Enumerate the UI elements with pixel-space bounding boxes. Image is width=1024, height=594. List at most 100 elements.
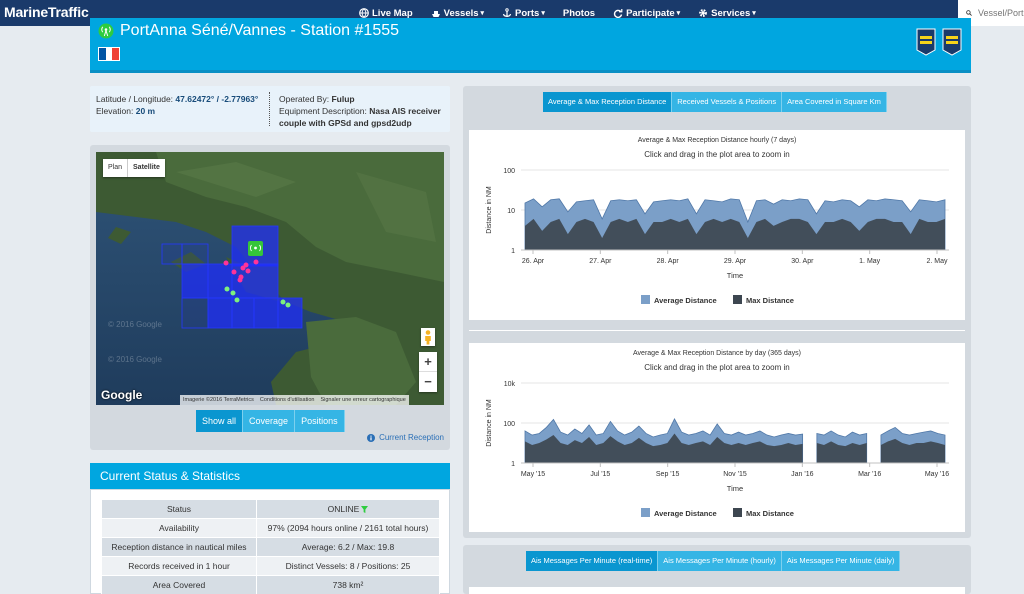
- street-view-icon[interactable]: [421, 328, 435, 346]
- chart-title: Average & Max Reception Distance hourly …: [638, 137, 797, 144]
- legend-swatch: [733, 508, 742, 517]
- coverage-map[interactable]: © 2016 Google © 2016 Google Plan Satelli…: [96, 152, 444, 405]
- divider: [269, 92, 270, 126]
- tab-area-covered[interactable]: Area Covered in Square Km: [782, 92, 887, 112]
- site-logo[interactable]: MarineTraffic: [4, 4, 89, 20]
- anchor-icon: [502, 8, 512, 17]
- stat-value: Average: 6.2 / Max: 19.8: [256, 537, 440, 557]
- nav-item-label: Services: [711, 7, 751, 19]
- table-row: Reception distance in nautical miles Ave…: [101, 537, 440, 557]
- nav-item-label: Photos: [562, 7, 596, 19]
- y-tick-label: 1: [511, 248, 515, 255]
- station-title-text: PortAnna Séné/Vannes - Station #1555: [120, 22, 400, 39]
- show-all-button[interactable]: Show all: [196, 410, 244, 432]
- map-type-switch: Plan Satellite: [103, 159, 165, 177]
- map-attribution: Imagerie ©2016 TerraMetrics Conditions d…: [180, 395, 409, 405]
- legend-swatch: [641, 508, 650, 517]
- table-row: Availability 97% (2094 hours online / 21…: [101, 518, 440, 538]
- x-tick-label: 27. Apr: [589, 258, 612, 265]
- filter-icon[interactable]: [361, 506, 369, 514]
- x-tick-label: Jan '16: [791, 471, 813, 478]
- hourly-distance-chart[interactable]: Average & Max Reception Distance hourly …: [469, 130, 965, 320]
- x-tick-label: May '16: [925, 471, 949, 478]
- station-location: Latitude / Longitude: 47.62472° / -2.779…: [96, 93, 266, 117]
- coverage-button[interactable]: Coverage: [243, 410, 296, 432]
- search-input[interactable]: [978, 8, 1024, 18]
- map-view-buttons: Show all Coverage Positions: [196, 410, 345, 432]
- legend-label[interactable]: Average Distance: [654, 296, 717, 305]
- chevron-down-icon: ▾: [676, 10, 681, 17]
- elevation-label: Elevation:: [96, 106, 134, 116]
- stat-label: Area Covered: [101, 575, 257, 594]
- chevron-down-icon: ▾: [480, 10, 485, 17]
- chart-tabs: Average & Max Reception Distance Receive…: [543, 92, 887, 112]
- tab-ais-daily[interactable]: Ais Messages Per Minute (daily): [781, 551, 901, 571]
- station-title: PortAnna Séné/Vannes - Station #1555: [98, 22, 399, 40]
- x-tick-label: 30. Apr: [791, 258, 814, 265]
- status-panel: Status ONLINE Availability 97% (2094 hou…: [90, 489, 450, 594]
- x-tick-label: 2. May: [926, 258, 948, 265]
- daily-distance-chart[interactable]: Average & Max Reception Distance by day …: [469, 343, 965, 532]
- legend-label[interactable]: Average Distance: [654, 509, 717, 518]
- zoom-out-button[interactable]: −: [419, 372, 437, 392]
- latlon-value: 47.62472° / -2.77963°: [175, 94, 259, 104]
- report-error-link[interactable]: Signaler une erreur cartographique: [317, 395, 408, 405]
- chevron-down-icon: ▾: [541, 10, 545, 17]
- zoom-hint: Click and drag in the plot area to zoom …: [644, 363, 789, 372]
- table-row: Records received in 1 hour Distinct Vess…: [101, 556, 440, 576]
- y-tick-label: 1: [511, 461, 515, 468]
- elevation-value: 20 m: [135, 106, 156, 116]
- map-type-plan[interactable]: Plan: [103, 159, 127, 177]
- legend-label[interactable]: Max Distance: [746, 296, 794, 305]
- zoom-in-button[interactable]: +: [419, 352, 437, 372]
- tab-distance[interactable]: Average & Max Reception Distance: [543, 92, 673, 112]
- tab-ais-hourly[interactable]: Ais Messages Per Minute (hourly): [658, 551, 782, 571]
- operated-label: Operated By:: [279, 94, 330, 104]
- chart-svg: Average & Max Reception Distance by day …: [486, 350, 949, 518]
- y-axis-label: Distance in NM: [486, 399, 493, 447]
- map-watermark: © 2016 Google: [108, 355, 162, 364]
- tab-ais-realtime[interactable]: Ais Messages Per Minute (real-time): [526, 551, 659, 571]
- x-tick-label: Nov '15: [723, 471, 747, 478]
- map-type-satellite[interactable]: Satellite: [127, 159, 165, 177]
- station-operator: Operated By: Fulup Equipment Description…: [279, 93, 447, 129]
- refresh-icon: [613, 9, 623, 18]
- y-tick-label: 100: [503, 421, 515, 428]
- search-icon: [966, 10, 972, 16]
- imagery-credit: Imagerie ©2016 TerraMetrics: [183, 397, 254, 403]
- positions-button[interactable]: Positions: [295, 410, 345, 432]
- stat-value: 738 km²: [256, 575, 440, 594]
- chart-title: Average & Max Reception Distance by day …: [633, 350, 801, 357]
- status-value: ONLINE: [327, 504, 360, 514]
- table-row: Area Covered 738 km²: [101, 575, 440, 594]
- status-heading: Current Status & Statistics: [90, 463, 450, 489]
- latlon-label: Latitude / Longitude:: [96, 94, 174, 104]
- ais-tabs: Ais Messages Per Minute (real-time) Ais …: [526, 551, 901, 571]
- station-header: PortAnna Séné/Vannes - Station #1555: [90, 18, 971, 73]
- x-tick-label: Sep '15: [656, 471, 680, 478]
- zoom-hint: Click and drag in the plot area to zoom …: [644, 150, 789, 159]
- antenna-icon: [98, 23, 114, 39]
- table-row: Status ONLINE: [101, 499, 440, 519]
- x-tick-label: 26. Apr: [522, 258, 545, 265]
- x-tick-label: 1. May: [859, 258, 881, 265]
- x-tick-label: Mar '16: [858, 471, 881, 478]
- series-area-max-distance: [525, 218, 945, 250]
- charts-panel: Average & Max Reception Distance Receive…: [463, 86, 971, 538]
- stat-value: ONLINE: [256, 499, 440, 519]
- ais-messages-panel: Ais Messages Per Minute (real-time) Ais …: [463, 545, 971, 594]
- google-logo: Google: [101, 388, 143, 402]
- legend-label[interactable]: Max Distance: [746, 509, 794, 518]
- y-tick-label: 10: [507, 208, 515, 215]
- current-reception-link[interactable]: Current Reception: [367, 433, 444, 442]
- y-axis-label: Distance in NM: [486, 186, 493, 234]
- ais-chart-card: [469, 587, 965, 594]
- rank-badge-icon: [942, 28, 962, 56]
- x-tick-label: 29. Apr: [724, 258, 747, 265]
- map-watermark: © 2016 Google: [108, 320, 162, 329]
- nav-item-label: Vessels: [443, 7, 479, 19]
- stat-label: Records received in 1 hour: [101, 556, 257, 576]
- stats-table: Status ONLINE Availability 97% (2094 hou…: [101, 499, 440, 594]
- tab-vessels-positions[interactable]: Received Vessels & Positions: [672, 92, 783, 112]
- terms-link[interactable]: Conditions d'utilisation: [257, 395, 318, 405]
